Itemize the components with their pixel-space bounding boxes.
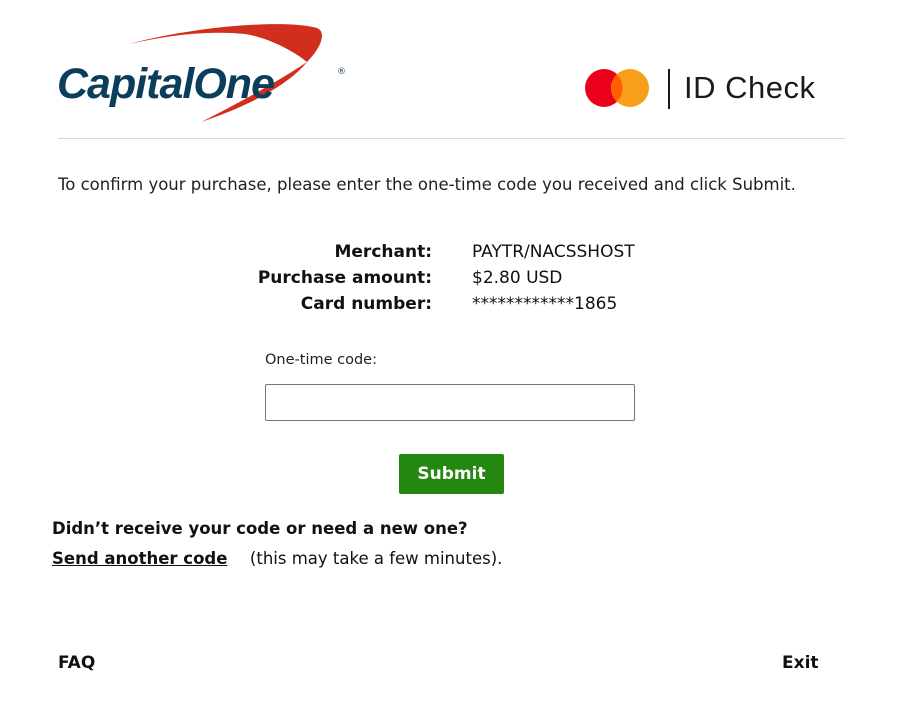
header-separator	[58, 138, 845, 139]
capital-one-logo: CapitalOne ®	[55, 22, 346, 126]
one-time-code-input[interactable]	[265, 384, 635, 421]
resend-row: Send another code (this may take a few m…	[52, 549, 502, 568]
submit-button[interactable]: Submit	[399, 454, 504, 494]
faq-link[interactable]: FAQ	[58, 653, 95, 673]
merchant-value: PAYTR/NACSSHOST	[472, 242, 635, 262]
card-number-value: ************1865	[472, 294, 618, 314]
one-time-code-label: One-time code:	[265, 352, 377, 368]
card-number-label: Card number:	[300, 294, 432, 314]
purchase-amount-label: Purchase amount:	[257, 268, 432, 288]
merchant-label: Merchant:	[334, 242, 432, 262]
mastercard-logo	[584, 68, 652, 108]
logo-wordmark: CapitalOne	[57, 60, 274, 108]
resend-question: Didn’t receive your code or need a new o…	[52, 519, 468, 538]
id-check-label: ID Check	[684, 70, 816, 105]
send-another-code-link[interactable]: Send another code	[52, 549, 227, 568]
exit-link[interactable]: Exit	[782, 653, 819, 673]
header-divider	[668, 69, 670, 109]
instructions-text: To confirm your purchase, please enter t…	[58, 175, 796, 194]
svg-text:®: ®	[337, 67, 345, 77]
resend-note: (this may take a few minutes).	[249, 549, 503, 568]
purchase-amount-value: $2.80 USD	[472, 268, 563, 288]
